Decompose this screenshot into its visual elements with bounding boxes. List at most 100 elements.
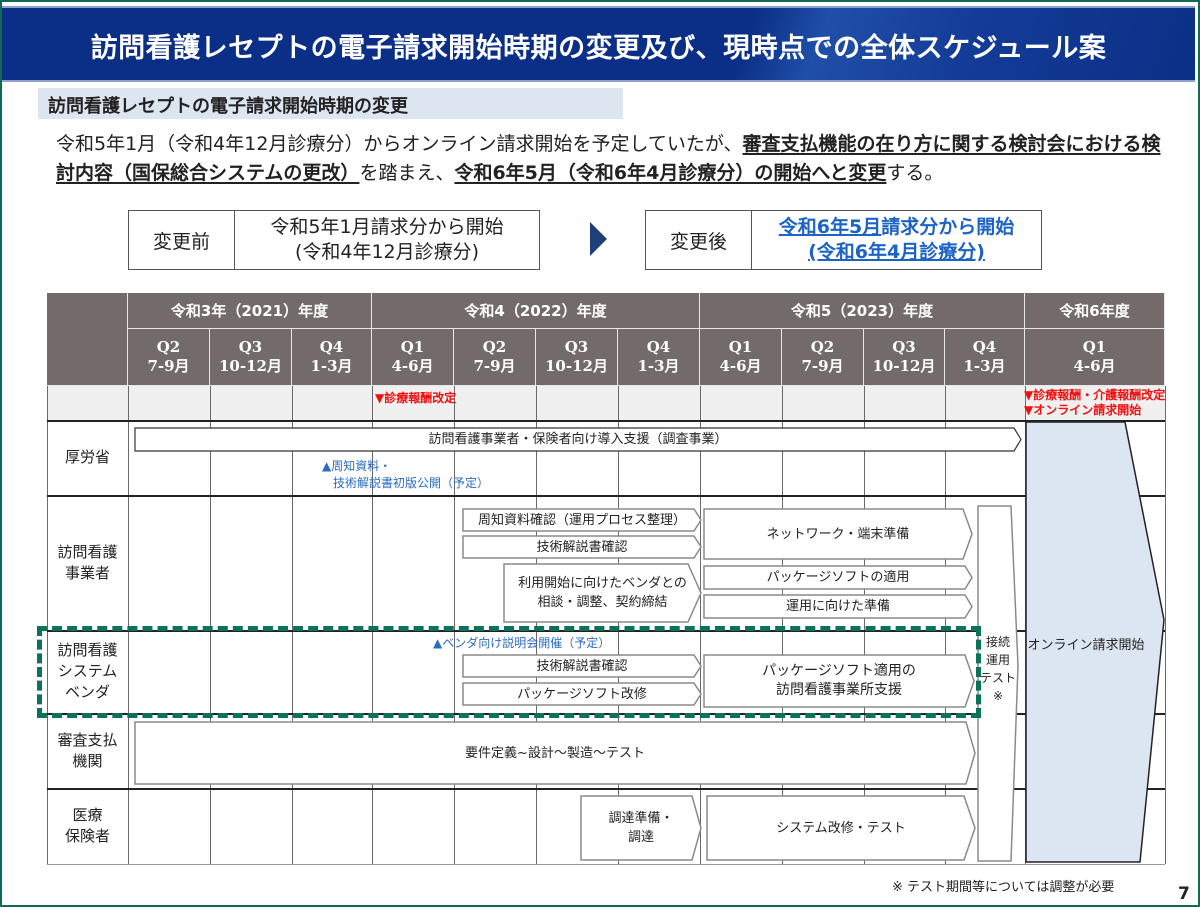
grid-column-line — [454, 386, 455, 864]
grid-column-line — [700, 386, 701, 864]
provider-bar-operation-prep-label: 運用に向けた準備 — [703, 594, 973, 619]
before-change-box: 変更前 令和5年1月請求分から開始 (令和4年12月診療分) — [128, 210, 540, 270]
quarter-header: Q3 10-12月 — [536, 329, 618, 386]
connection-test-bar-text-2: 運用 — [985, 653, 1010, 667]
quarter-label: Q1 — [728, 338, 753, 356]
table-corner-header — [47, 293, 128, 386]
event-fee-revision-2022: ▼診療報酬改定 — [375, 391, 457, 405]
event-fee-revision-2024: ▼診療報酬・介護報酬改定 — [1024, 388, 1166, 402]
provider-bar-network-prep: ネットワーク・端末準備 — [703, 508, 973, 560]
vendor-highlight-dashed-border — [37, 626, 981, 718]
provider-bar-vendor-consult: 利用開始に向けたベンダとの 相談・調整、契約締結 — [503, 563, 702, 623]
quarter-months: 10-12月 — [219, 357, 282, 375]
online-start-bar-text-1: オンライン請求開始 — [1027, 638, 1145, 653]
row-label-review-org: 審査支払 機関 — [57, 730, 118, 770]
quarter-label: Q1 — [400, 338, 425, 356]
fy-header-2021: 令和3年（2021）年度 — [128, 293, 372, 329]
quarter-months: 1-3月 — [637, 357, 680, 375]
page-number: 7 — [1178, 884, 1190, 904]
quarter-months: 10-12月 — [545, 357, 608, 375]
insurer-bar-procurement-text-1: 調達準備・ — [608, 811, 674, 826]
provider-bar-vendor-consult-label: 利用開始に向けたベンダとの 相談・調整、契約締結 — [503, 563, 702, 623]
mhlw-support-bar-text-1: 訪問看護事業者・保険者向け導入支援（調査事業） — [428, 432, 728, 447]
before-change-label: 変更前 — [129, 211, 235, 269]
provider-bar-operation-prep: 運用に向けた準備 — [703, 594, 973, 619]
quarter-months: 1-3月 — [963, 357, 1006, 375]
grid-column-line — [128, 386, 129, 864]
row-divider — [47, 420, 1165, 422]
events-row — [47, 386, 1165, 420]
quarter-label: Q2 — [482, 338, 507, 356]
description: 令和5年1月（令和4年12月診療分）からオンライン請求開始を予定していたが、審査… — [56, 130, 1166, 188]
provider-bar-tech-doc-check-label: 技術解説書確認 — [462, 535, 702, 559]
description-text-3: する。 — [886, 162, 944, 184]
provider-bar-notice-check-label: 周知資料確認（運用プロセス整理） — [462, 508, 702, 532]
quarter-months: 4-6月 — [391, 357, 434, 375]
slide-title: 訪問看護レセプトの電子請求開始時期の変更及び、現時点での全体スケジュール案 — [90, 33, 1107, 64]
grid-column-line — [945, 386, 946, 864]
provider-bar-notice-check-text-1: 周知資料確認（運用プロセス整理） — [477, 512, 686, 528]
review-org-bar-dev-label: 要件定義~設計～製造～テスト — [134, 721, 976, 785]
provider-bar-notice-check: 周知資料確認（運用プロセス整理） — [462, 508, 702, 532]
description-text-1: 令和5年1月（令和4年12月診療分）からオンライン請求開始を予定していたが、 — [56, 133, 743, 155]
quarter-months: 7-9月 — [473, 357, 516, 375]
quarter-header: Q3 10-12月 — [210, 329, 292, 386]
grid-column-line — [536, 386, 537, 864]
grid-column-line — [210, 386, 211, 864]
quarter-header: Q4 1-3月 — [292, 329, 372, 386]
provider-bar-network-prep-label: ネットワーク・端末準備 — [703, 508, 973, 560]
row-label-provider: 訪問看護 事業者 — [57, 542, 118, 582]
review-org-bar-dev-text-1: 要件定義~設計～製造～テスト — [465, 745, 645, 761]
provider-bar-vendor-consult-text-1: 利用開始に向けたベンダとの — [518, 576, 687, 591]
grid-column-line — [292, 386, 293, 864]
row-divider — [47, 864, 1165, 865]
quarter-header: Q2 7-9月 — [454, 329, 536, 386]
grid-column-line — [864, 386, 865, 864]
online-start-bar-label: オンライン請求開始 — [1025, 421, 1165, 863]
quarter-header: Q4 1-3月 — [618, 329, 700, 386]
after-change-line2: (令和6年4月診療分) — [808, 241, 985, 263]
quarter-header: Q1 4-6月 — [1025, 329, 1165, 386]
quarter-label: Q2 — [156, 338, 181, 356]
insurer-bar-procurement: 調達準備・ 調達 — [580, 795, 702, 861]
footnote: ※ テスト期間等については調整が必要 — [892, 880, 1115, 895]
quarter-label: Q2 — [810, 338, 835, 356]
title-bar: 訪問看護レセプトの電子請求開始時期の変更及び、現時点での全体スケジュール案 — [2, 6, 1195, 82]
change-arrow-icon — [590, 222, 607, 256]
row-label-mhlw: 厚労省 — [64, 448, 110, 466]
quarter-header: Q1 4-6月 — [700, 329, 782, 386]
fy-header-2023: 令和5（2023）年度 — [700, 293, 1025, 329]
quarter-label: Q3 — [892, 338, 916, 356]
provider-bar-package-apply: パッケージソフトの適用 — [703, 565, 973, 590]
after-change-line1-rest: 請求分から開始 — [881, 216, 1015, 238]
mhlw-note-line2: 技術解説書初版公開（予定） — [333, 476, 490, 490]
connection-test-bar-text-3: テスト — [979, 671, 1016, 685]
section-heading: 訪問看護レセプトの電子請求開始時期の変更 — [38, 88, 623, 119]
fy-header-2022: 令和4（2022）年度 — [372, 293, 700, 329]
insurer-bar-procurement-text-2: 調達 — [627, 830, 654, 845]
provider-bar-operation-prep-text-1: 運用に向けた準備 — [785, 599, 890, 614]
after-change-label: 変更後 — [646, 211, 752, 269]
quarter-months: 7-9月 — [147, 357, 190, 375]
insurer-bar-system-modify-text-1: システム改修・テスト — [776, 820, 906, 836]
insurer-bar-system-modify-label: システム改修・テスト — [706, 795, 976, 861]
mhlw-support-bar: 訪問看護事業者・保険者向け導入支援（調査事業） — [134, 427, 1022, 452]
fy-header-2024: 令和6年度 — [1025, 293, 1165, 329]
connection-test-bar-label: 接続 運用 テスト ※ — [977, 505, 1019, 862]
section-heading-text: 訪問看護レセプトの電子請求開始時期の変更 — [48, 96, 408, 117]
quarter-label: Q3 — [564, 338, 589, 356]
provider-bar-package-apply-text-1: パッケージソフトの適用 — [766, 570, 910, 585]
quarter-months: 4-6月 — [1073, 357, 1116, 375]
grid-column-line — [782, 386, 783, 864]
quarter-label: Q3 — [238, 338, 263, 356]
quarter-months: 1-3月 — [310, 357, 353, 375]
insurer-bar-procurement-label: 調達準備・ 調達 — [580, 795, 702, 861]
connection-test-bar-text-1: 接続 — [985, 635, 1010, 649]
quarter-header: Q3 10-12月 — [864, 329, 945, 386]
before-change-value: 令和5年1月請求分から開始 (令和4年12月診療分) — [235, 211, 539, 269]
mhlw-note-line1: ▲周知資料・ — [322, 459, 392, 473]
grid-column-line — [618, 386, 619, 864]
quarter-header: Q2 7-9月 — [782, 329, 864, 386]
mhlw-support-bar-label: 訪問看護事業者・保険者向け導入支援（調査事業） — [134, 427, 1022, 452]
online-start-bar: オンライン請求開始 — [1025, 421, 1165, 863]
